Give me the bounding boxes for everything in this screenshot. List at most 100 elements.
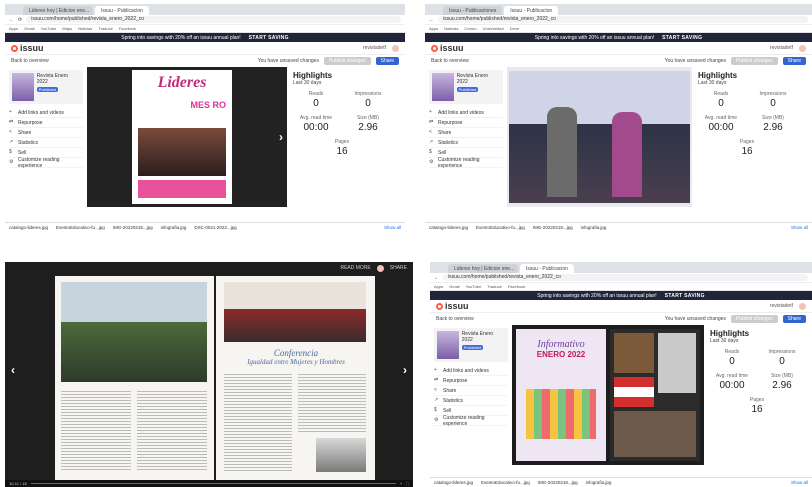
bookmark[interactable]: Universidad (483, 26, 504, 31)
sidebar-item-links[interactable]: + Add links and videos (429, 108, 503, 118)
cover-title: Lideres (157, 74, 207, 91)
browser-tab-active[interactable]: Issuu - Publicacion (520, 264, 574, 273)
bookmark[interactable]: Apps (434, 284, 443, 289)
back-to-overview-link[interactable]: Back to overview (11, 58, 49, 64)
magazine-spread[interactable]: Conferencia Igualdad entre Mujeres y Homb… (55, 276, 375, 481)
download-item[interactable]: catalogo-lideres.jpg (429, 225, 468, 230)
sidebar-item-statistics[interactable]: ↗ Statistics (434, 396, 508, 406)
bookmark[interactable]: YouTube (466, 284, 482, 289)
next-page-arrow-icon[interactable]: › (403, 363, 407, 377)
download-item[interactable]: IMG-20220218...jpg (113, 225, 153, 230)
user-name[interactable]: revistadetf (363, 45, 386, 51)
publish-changes-button[interactable]: Publish changes (323, 57, 371, 65)
download-item[interactable]: infografia.jpg (161, 225, 187, 230)
sidebar-item-links[interactable]: + Add links and videos (434, 366, 508, 376)
avatar[interactable] (392, 44, 399, 52)
user-name[interactable]: revistadetf (770, 45, 793, 51)
download-item[interactable]: EventoEducativo-fu...jpg (481, 480, 530, 485)
back-icon[interactable]: ← (434, 275, 439, 281)
bookmark[interactable]: Apps (429, 26, 438, 31)
sidebar-item-share[interactable]: < Share (429, 128, 503, 138)
sidebar-item-customize[interactable]: ⚙ Customize reading experience (429, 157, 503, 169)
back-to-overview-link[interactable]: Back to overview (431, 58, 469, 64)
page-progress-bar[interactable] (30, 483, 396, 484)
sidebar-item-statistics[interactable]: ↗ Statistics (9, 138, 83, 148)
download-item[interactable]: infografia.jpg (586, 480, 612, 485)
back-to-overview-link[interactable]: Back to overview (436, 316, 474, 322)
sidebar-item-repurpose[interactable]: ⇄ Repurpose (434, 376, 508, 386)
sidebar-item-repurpose[interactable]: ⇄ Repurpose (9, 118, 83, 128)
bookmark[interactable]: Noticias (78, 26, 92, 31)
bookmark[interactable]: Drive (510, 26, 519, 31)
bookmark[interactable]: Noticias (444, 26, 458, 31)
publish-changes-button[interactable]: Publish changes (730, 57, 778, 65)
bookmark[interactable]: Traducir (98, 26, 113, 31)
bookmark[interactable]: Apps (9, 26, 18, 31)
bookmark[interactable]: Traducir (487, 284, 502, 289)
sidebar-item-share[interactable]: < Share (9, 128, 83, 138)
download-item[interactable]: EventoEducativo-fu...jpg (56, 225, 105, 230)
avatar[interactable] (376, 264, 384, 272)
url-input[interactable]: issuu.com/home/published/revista_enero_2… (438, 16, 808, 23)
bookmark[interactable]: YouTube (41, 26, 57, 31)
reload-icon[interactable]: ⟳ (18, 17, 22, 23)
back-icon[interactable]: ← (9, 17, 14, 23)
publish-changes-button[interactable]: Publish changes (730, 315, 778, 323)
fullscreen-icon[interactable]: ⛶ (406, 481, 409, 486)
download-item[interactable]: IMG-20220218...jpg (533, 225, 573, 230)
show-all-downloads-link[interactable]: Show all (791, 480, 808, 485)
page-photo (509, 71, 690, 203)
browser-tab[interactable]: Lideres hoy | Edicion ene... (23, 6, 93, 15)
read-more-link[interactable]: READ MORE (340, 265, 370, 271)
document-viewer[interactable]: Lideres MES RO › (87, 67, 287, 207)
issuu-logo[interactable]: issuu (436, 301, 469, 311)
user-name[interactable]: revistadetf (770, 303, 793, 309)
zoom-icon[interactable]: + (400, 481, 402, 486)
bookmark[interactable]: Maps (62, 26, 72, 31)
share-button[interactable]: Share (375, 57, 399, 65)
show-all-downloads-link[interactable]: Show all (384, 225, 401, 230)
sidebar-item-customize[interactable]: ⚙ Customize reading experience (434, 415, 508, 427)
download-item[interactable]: catalogo-lideres.jpg (434, 480, 473, 485)
download-item[interactable]: catalogo-lideres.jpg (9, 225, 48, 230)
previous-page-arrow-icon[interactable]: ‹ (11, 363, 15, 377)
avatar[interactable] (799, 302, 806, 310)
next-page-arrow-icon[interactable]: › (279, 130, 283, 144)
start-saving-link[interactable]: START SAVING (665, 293, 705, 299)
bookmark[interactable]: Gmail (24, 26, 34, 31)
url-input[interactable]: issuu.com/home/published/revista_enero_2… (443, 274, 808, 281)
share-button[interactable]: Share (782, 57, 806, 65)
show-all-downloads-link[interactable]: Show all (791, 225, 808, 230)
download-item[interactable]: IMG-20220218...jpg (538, 480, 578, 485)
share-link[interactable]: SHARE (390, 265, 407, 271)
avatar[interactable] (799, 44, 806, 52)
browser-tab[interactable]: Lideres hoy | Edicion ene... (448, 264, 518, 273)
bookmark[interactable]: Gmail (449, 284, 459, 289)
settings-icon: ⚙ (429, 159, 434, 165)
browser-tab-active[interactable]: Issuu - Publicacion (504, 6, 559, 15)
bookmark[interactable]: Facebook (119, 26, 137, 31)
bookmark[interactable]: Facebook (508, 284, 526, 289)
download-item[interactable]: DSC-0021-2022...jpg (194, 225, 236, 230)
share-button[interactable]: Share (782, 315, 806, 323)
document-viewer[interactable] (507, 67, 692, 207)
start-saving-link[interactable]: START SAVING (249, 35, 289, 41)
document-viewer[interactable]: Informativo ENERO 2022 (512, 325, 704, 465)
download-item[interactable]: infografia.jpg (581, 225, 607, 230)
issuu-logo[interactable]: issuu (431, 43, 464, 53)
url-input[interactable]: issuu.com/home/published/revista_enero_2… (26, 16, 401, 23)
start-saving-link[interactable]: START SAVING (662, 35, 702, 41)
issuu-logo[interactable]: issuu (11, 43, 44, 53)
browser-tab-active[interactable]: Issuu - Publicacion (95, 6, 149, 15)
sidebar-item-repurpose[interactable]: ⇄ Repurpose (429, 118, 503, 128)
stat-size: Size (MB) 2.96 (750, 115, 796, 133)
back-icon[interactable]: ← (429, 17, 434, 23)
download-item[interactable]: EventoEducativo-fu...jpg (476, 225, 525, 230)
sidebar-item-links[interactable]: + Add links and videos (9, 108, 83, 118)
browser-tab[interactable]: Issuu - Publicaciones (443, 6, 503, 15)
bookmark[interactable]: Correo (464, 26, 476, 31)
sidebar-item-customize[interactable]: ⚙ Customize reading experience (9, 157, 83, 169)
plus-icon: + (429, 109, 432, 115)
sidebar-item-share[interactable]: < Share (434, 386, 508, 396)
sidebar-item-statistics[interactable]: ↗ Statistics (429, 138, 503, 148)
